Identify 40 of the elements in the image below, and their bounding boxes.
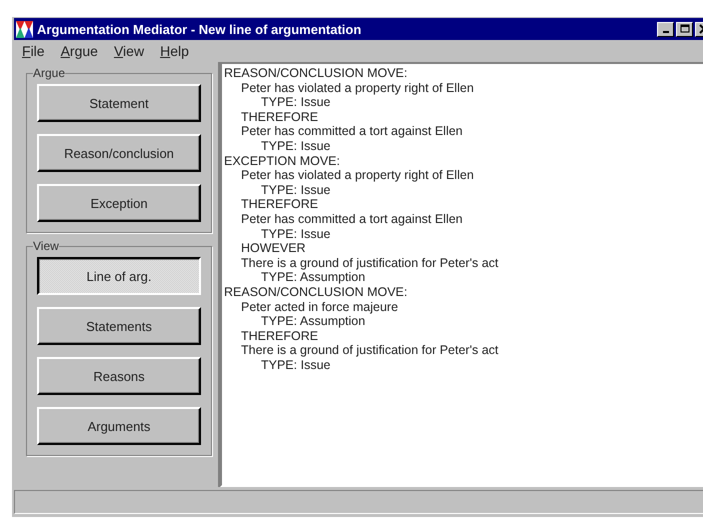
maximize-icon <box>680 24 690 34</box>
type-line: TYPE: Assumption <box>260 270 366 285</box>
statement-line: Peter acted in force majeure <box>240 300 400 314</box>
statement-line: Peter has violated a property right of Ellen <box>240 80 475 96</box>
move-heading: EXCEPTION MOVE: <box>224 154 341 168</box>
type-line: TYPE: Issue <box>260 358 332 372</box>
connector-line: THEREFORE <box>240 110 320 124</box>
type-line: TYPE: Assumption <box>260 314 366 329</box>
statement-line: There is a ground of justification for Peter's act <box>240 256 500 270</box>
statement-line: There is a ground of justification for Peter's act <box>240 343 500 358</box>
argue-button[interactable]: Reason/conclusion <box>37 134 201 172</box>
app-logo-icon <box>16 20 33 38</box>
connector-line: HOWEVER <box>240 241 307 256</box>
view-button[interactable]: Reasons <box>37 357 201 395</box>
menu-item[interactable]: File <box>14 43 53 59</box>
minimize-button[interactable] <box>657 22 674 36</box>
type-line: TYPE: Issue <box>260 95 332 110</box>
move-heading: REASON/CONCLUSION MOVE: <box>224 66 408 81</box>
minimize-icon <box>662 31 668 33</box>
view-button[interactable]: Line of arg. <box>37 257 201 295</box>
maximize-button[interactable] <box>676 22 693 36</box>
connector-line: THEREFORE <box>240 197 320 212</box>
menu-item[interactable]: Help <box>152 43 197 59</box>
type-line: TYPE: Issue <box>260 138 332 154</box>
move-heading: REASON/CONCLUSION MOVE: <box>224 284 408 300</box>
statement-line: Peter has committed a tort against Ellen <box>240 124 464 139</box>
group-label: Argue <box>33 66 66 80</box>
type-line: TYPE: Issue <box>260 182 332 198</box>
group-label: View <box>33 239 59 253</box>
argue-button[interactable]: Statement <box>37 84 201 122</box>
statement-line: Peter has committed a tort against Ellen <box>240 212 464 227</box>
menu-item[interactable]: Argue <box>52 43 106 59</box>
view-button[interactable]: Arguments <box>37 407 201 445</box>
window-title: Argumentation Mediator - New line of argumentation <box>37 22 362 36</box>
connector-line: THEREFORE <box>240 328 320 344</box>
menu-item[interactable]: View <box>106 43 152 59</box>
view-button[interactable]: Statements <box>37 307 201 345</box>
statement-line: Peter has violated a property right of Ellen <box>240 168 475 183</box>
type-line: TYPE: Issue <box>260 226 332 242</box>
argue-button[interactable]: Exception <box>37 184 201 222</box>
